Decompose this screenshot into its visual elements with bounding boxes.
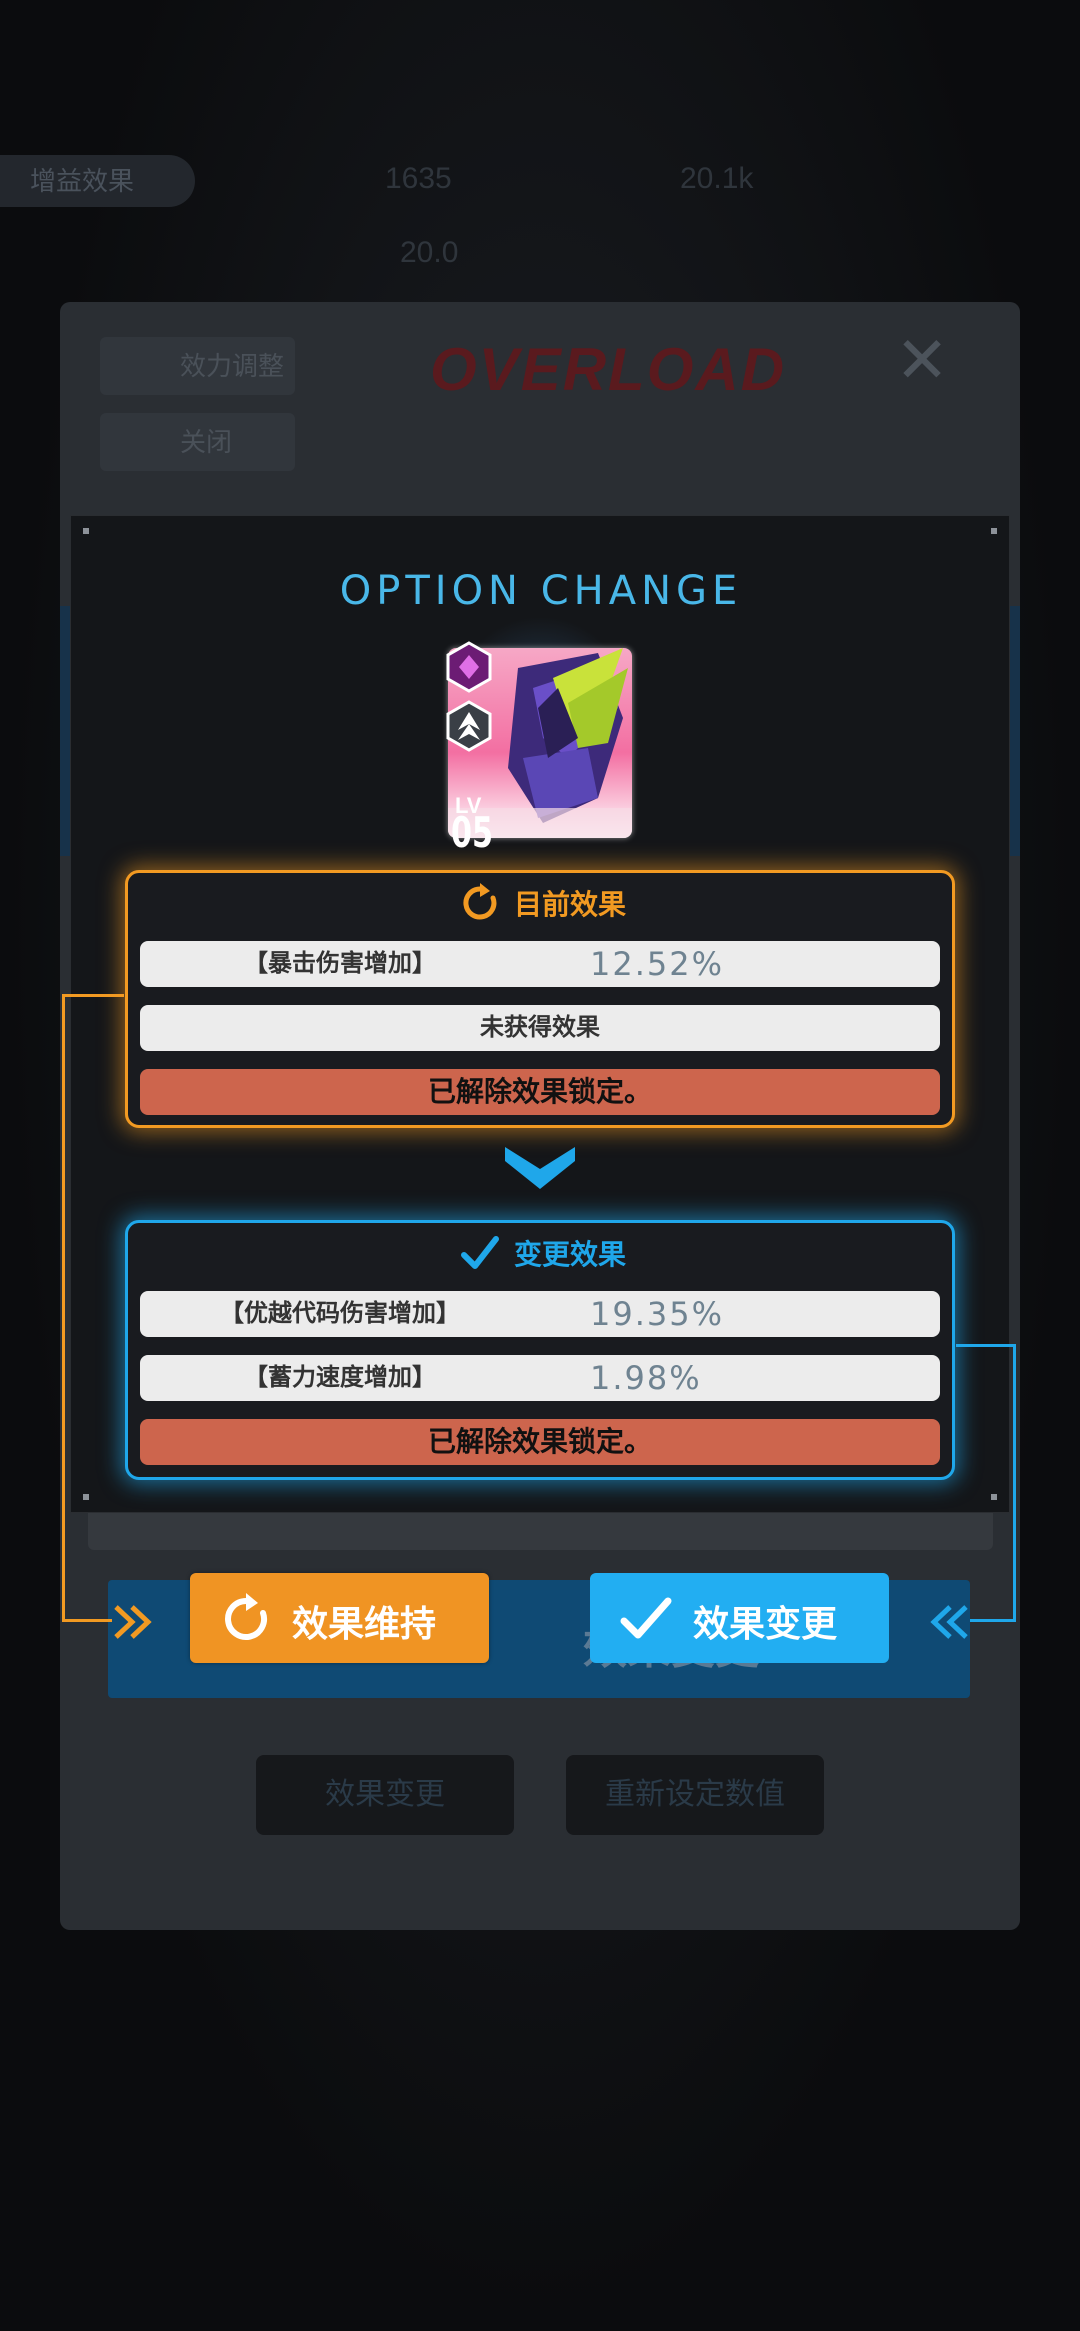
change-effect-label: 效果变更 [693, 1603, 838, 1644]
refresh-icon [225, 1593, 268, 1640]
chevron-down-icon [505, 1147, 575, 1189]
corner-mark [83, 1494, 89, 1500]
bg-bottom-button-1: 效果变更 [256, 1755, 514, 1835]
connector-line [62, 994, 124, 997]
changed-effect-row: 【蓄力速度增加】 1.98% [140, 1355, 940, 1401]
bg-stat-1: 1635 [385, 162, 452, 195]
game-screen: 增益效果 1635 20.1k 20.0 OVERLOAD ✕ 效力调整 关闭 … [0, 0, 1080, 2331]
connector-line [62, 994, 65, 1622]
rarity-hex-icon [446, 641, 492, 693]
corner-mark [991, 528, 997, 534]
double-arrow-right-icon [114, 1605, 152, 1639]
change-effect-button[interactable]: 效果变更 [590, 1573, 889, 1663]
effect-value: 1.98% [590, 1359, 702, 1397]
current-effect-panel: 目前效果 【暴击伤害增加】 12.52% 未获得效果 已解除效果锁定。 [125, 870, 955, 1128]
bg-status-pill: 增益效果 [0, 155, 195, 207]
lock-status-text: 已解除效果锁定。 [427, 1426, 652, 1457]
effect-name: 【优越代码伤害增加】 [220, 1300, 460, 1327]
changed-effect-row: 【优越代码伤害增加】 19.35% [140, 1291, 940, 1337]
bg-overload-logo: OVERLOAD [430, 336, 787, 403]
effect-value: 19.35% [590, 1295, 725, 1333]
modal-title: OPTION CHANGE [339, 568, 743, 614]
type-hex-icon [446, 700, 492, 752]
check-icon [460, 1236, 499, 1269]
changed-effect-title: 变更效果 [513, 1239, 626, 1270]
keep-effect-button[interactable]: 效果维持 [190, 1573, 489, 1663]
level-value: 05 [451, 808, 494, 857]
effect-name: 【蓄力速度增加】 [244, 1364, 436, 1391]
current-effect-title: 目前效果 [513, 889, 626, 920]
check-icon [620, 1597, 672, 1639]
effect-name: 未获得效果 [480, 1014, 600, 1041]
connector-line [956, 1344, 1016, 1347]
current-effect-row: 【暴击伤害增加】 12.52% [140, 941, 940, 987]
bg-stat-3: 20.0 [400, 236, 459, 269]
bg-side-button-1: 效力调整 [100, 337, 295, 395]
refresh-icon [463, 883, 497, 920]
current-lock-status: 已解除效果锁定。 [140, 1069, 940, 1115]
corner-mark [991, 1494, 997, 1500]
keep-effect-label: 效果维持 [292, 1603, 437, 1644]
bg-stat-2: 20.1k [680, 162, 754, 195]
connector-line [62, 1619, 112, 1622]
close-icon[interactable]: ✕ [892, 328, 952, 392]
effect-value: 12.52% [590, 945, 725, 983]
bg-side-button-2: 关闭 [100, 413, 295, 471]
effect-name: 【暴击伤害增加】 [244, 950, 436, 977]
double-arrow-left-icon [930, 1605, 968, 1639]
connector-line [970, 1619, 1016, 1622]
changed-effect-panel: 变更效果 【优越代码伤害增加】 19.35% 【蓄力速度增加】 1.98% 已解… [125, 1220, 955, 1480]
changed-effect-header: 变更效果 [128, 1233, 958, 1279]
current-effect-header: 目前效果 [128, 883, 958, 929]
bg-bottom-button-2: 重新设定数值 [566, 1755, 824, 1835]
lock-status-text: 已解除效果锁定。 [427, 1076, 652, 1107]
connector-line [1013, 1344, 1016, 1622]
corner-mark [83, 528, 89, 534]
changed-lock-status: 已解除效果锁定。 [140, 1419, 940, 1465]
current-effect-row: 未获得效果 [140, 1005, 940, 1051]
